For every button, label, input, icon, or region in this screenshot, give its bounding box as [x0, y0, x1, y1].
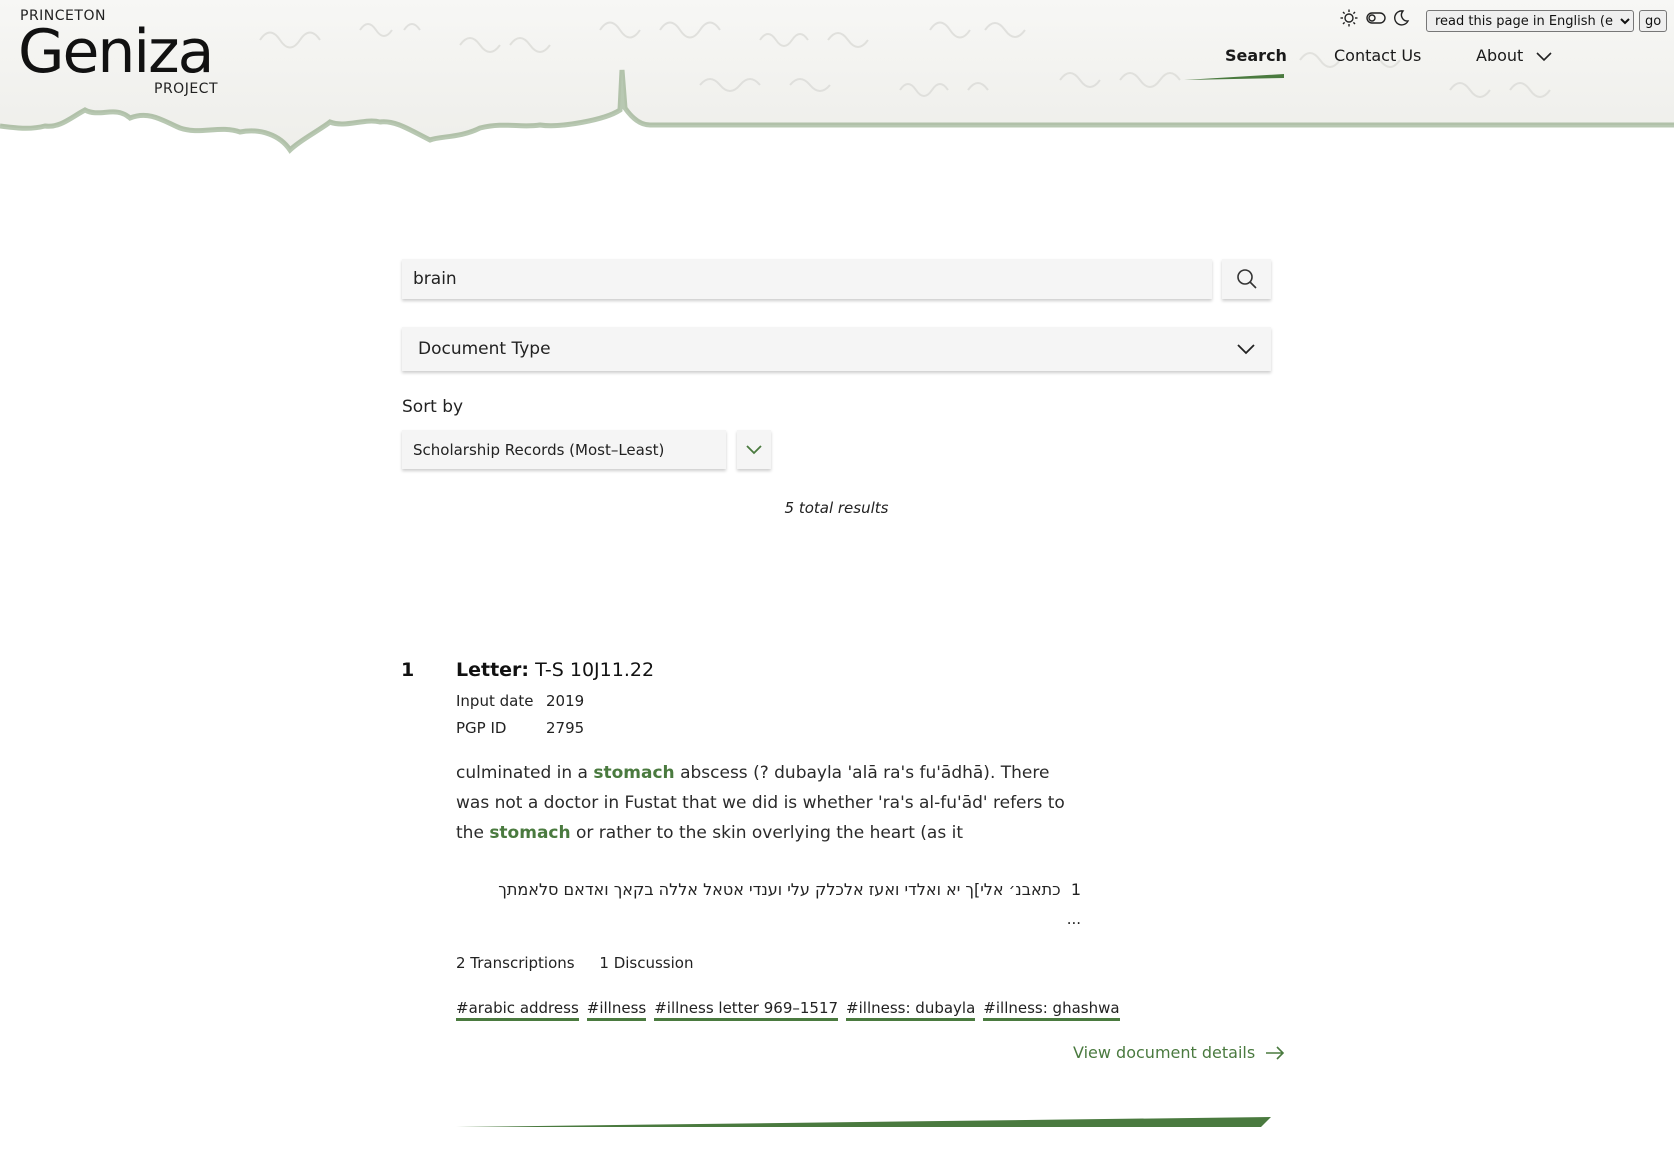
- toggle-icon[interactable]: [1366, 9, 1386, 27]
- tag-link[interactable]: #illness: ghashwa: [983, 999, 1120, 1021]
- nav-about[interactable]: About: [1476, 46, 1552, 65]
- result-doc-type: Letter:: [456, 659, 530, 681]
- tag-link[interactable]: #illness letter 969–1517: [654, 999, 839, 1021]
- torn-paper-banner: [0, 0, 1674, 154]
- pgp-id-row: PGP ID 2795: [456, 719, 584, 737]
- input-date-label: Input date: [456, 692, 534, 710]
- total-results: 5 total results: [784, 499, 889, 517]
- pgp-id-label: PGP ID: [456, 719, 507, 737]
- sun-icon[interactable]: [1340, 9, 1358, 27]
- language-switcher: read this page in English (en) go: [1426, 10, 1668, 32]
- nav-search[interactable]: Search: [1225, 46, 1287, 65]
- transcription-excerpt: 1 כתאבנ׳ אלי]ך יא ואלדי ואעז אלכלק עלי ו…: [456, 880, 1081, 899]
- result-counts: 2 Transcriptions 1 Discussion: [456, 954, 713, 972]
- theme-toggles: [1340, 9, 1410, 27]
- result-divider: [456, 1117, 1271, 1127]
- snippet-text: or rather to the skin overlying the hear…: [570, 823, 963, 843]
- sort-by-label: Sort by: [402, 397, 464, 417]
- pgp-id-value: 2795: [546, 719, 585, 737]
- result-number: 1: [401, 659, 415, 681]
- transcription-count: 2 Transcriptions: [456, 954, 575, 972]
- sort-dropdown-button[interactable]: [737, 430, 771, 469]
- search-button[interactable]: [1222, 259, 1271, 299]
- site-header: PRINCETON Geniza PROJECT read this page …: [0, 0, 1674, 170]
- go-button[interactable]: go: [1639, 10, 1668, 32]
- snippet-highlight: stomach: [593, 763, 675, 783]
- logo-project: PROJECT: [154, 81, 218, 97]
- input-date-value: 2019: [546, 692, 585, 710]
- chevron-down-icon: [1237, 344, 1255, 355]
- result-snippet: culminated in a stomach abscess (? dubay…: [456, 758, 1081, 848]
- tag-link[interactable]: #illness: dubayla: [846, 999, 976, 1021]
- sort-select[interactable]: Scholarship Records (Most–Least): [402, 430, 726, 469]
- input-date-row: Input date 2019: [456, 692, 584, 710]
- document-type-filter[interactable]: Document Type: [402, 327, 1271, 371]
- document-type-label: Document Type: [418, 339, 551, 359]
- search-icon: [1236, 269, 1257, 289]
- snippet-highlight: stomach: [489, 823, 571, 843]
- result-shelfmark: T-S 10J11.22: [535, 659, 655, 681]
- language-select[interactable]: read this page in English (en): [1426, 10, 1634, 32]
- view-details-label: View document details: [1073, 1043, 1256, 1062]
- princeton-geniza-logo[interactable]: PRINCETON Geniza PROJECT: [18, 8, 230, 98]
- tag-link[interactable]: #arabic address: [456, 999, 579, 1021]
- transcription-ellipsis: ...: [1066, 910, 1081, 928]
- chevron-down-icon: [746, 444, 762, 454]
- nav-contact-us[interactable]: Contact Us: [1334, 46, 1421, 65]
- snippet-text: culminated in a: [456, 763, 594, 783]
- sort-selected-value: Scholarship Records (Most–Least): [413, 440, 665, 459]
- transcription-line-number: 1: [1070, 880, 1081, 899]
- nav-active-underline: [1184, 74, 1284, 80]
- moon-icon[interactable]: [1392, 9, 1410, 27]
- tag-list: #arabic address #illness #illness letter…: [456, 999, 1120, 1021]
- result-title[interactable]: Letter: T-S 10J11.22: [456, 659, 654, 681]
- arrow-right-icon: [1266, 1045, 1285, 1060]
- view-document-details-link[interactable]: View document details: [1073, 1043, 1285, 1062]
- search-input[interactable]: [402, 259, 1212, 299]
- logo-geniza: Geniza: [18, 17, 214, 87]
- chevron-down-icon: [1536, 51, 1552, 61]
- transcription-line: כתאבנ׳ אלי]ך יא ואלדי ואעז אלכלק עלי וענ…: [498, 880, 1061, 899]
- nav-about-label: About: [1476, 46, 1524, 65]
- discussion-count: 1 Discussion: [599, 954, 694, 972]
- tag-link[interactable]: #illness: [586, 999, 647, 1021]
